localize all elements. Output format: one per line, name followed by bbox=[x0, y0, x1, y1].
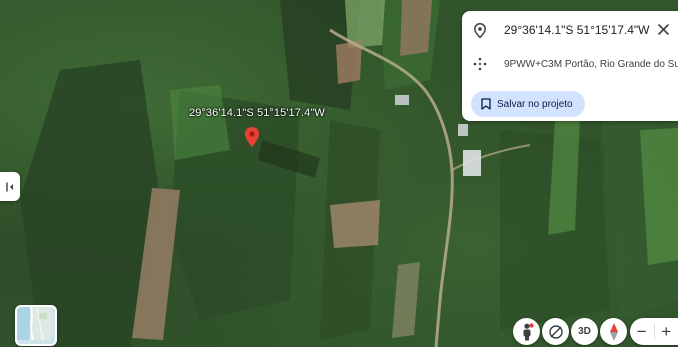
plus-code-text: 9PWW+C3M Portão, Rio Grande do Sul bbox=[504, 58, 678, 70]
bookmark-icon bbox=[481, 98, 491, 110]
chevron-left-icon bbox=[6, 182, 13, 191]
location-pin-icon[interactable] bbox=[245, 127, 259, 147]
3d-label: 3D bbox=[578, 326, 591, 337]
street-view-button[interactable] bbox=[513, 318, 540, 345]
compass-icon bbox=[609, 322, 618, 341]
3d-toggle-button[interactable]: 3D bbox=[571, 318, 598, 345]
location-pin-icon bbox=[472, 22, 488, 38]
close-icon bbox=[657, 23, 669, 35]
zoom-in-button[interactable]: + bbox=[655, 318, 678, 345]
plus-code-row[interactable]: 9PWW+C3M Portão, Rio Grande do Sul bbox=[472, 56, 678, 72]
layers-thumbnail-icon bbox=[17, 307, 51, 341]
layers-button[interactable] bbox=[15, 305, 57, 346]
save-button-label: Salvar no projeto bbox=[497, 98, 573, 110]
pegman-icon bbox=[523, 322, 534, 340]
zoom-controls: − + bbox=[630, 318, 678, 345]
map-coordinates-label: 29°36'14.1"S 51°15'17.4"W bbox=[189, 107, 325, 119]
tilt-icon bbox=[548, 324, 563, 339]
place-info-card: 29°36'14.1"S 51°15'17.4"W 9PWW+C3M Portã… bbox=[462, 11, 678, 121]
zoom-out-button[interactable]: − bbox=[630, 318, 654, 345]
plus-code-icon bbox=[472, 56, 488, 72]
coordinates-text: 29°36'14.1"S 51°15'17.4"W bbox=[504, 23, 650, 37]
tilt-toggle-button[interactable] bbox=[542, 318, 569, 345]
collapse-panel-tab[interactable] bbox=[0, 172, 20, 201]
compass-button[interactable] bbox=[600, 318, 627, 345]
close-button[interactable] bbox=[654, 20, 672, 38]
save-to-project-button[interactable]: Salvar no projeto bbox=[471, 91, 585, 117]
coordinates-row[interactable]: 29°36'14.1"S 51°15'17.4"W bbox=[472, 22, 649, 38]
